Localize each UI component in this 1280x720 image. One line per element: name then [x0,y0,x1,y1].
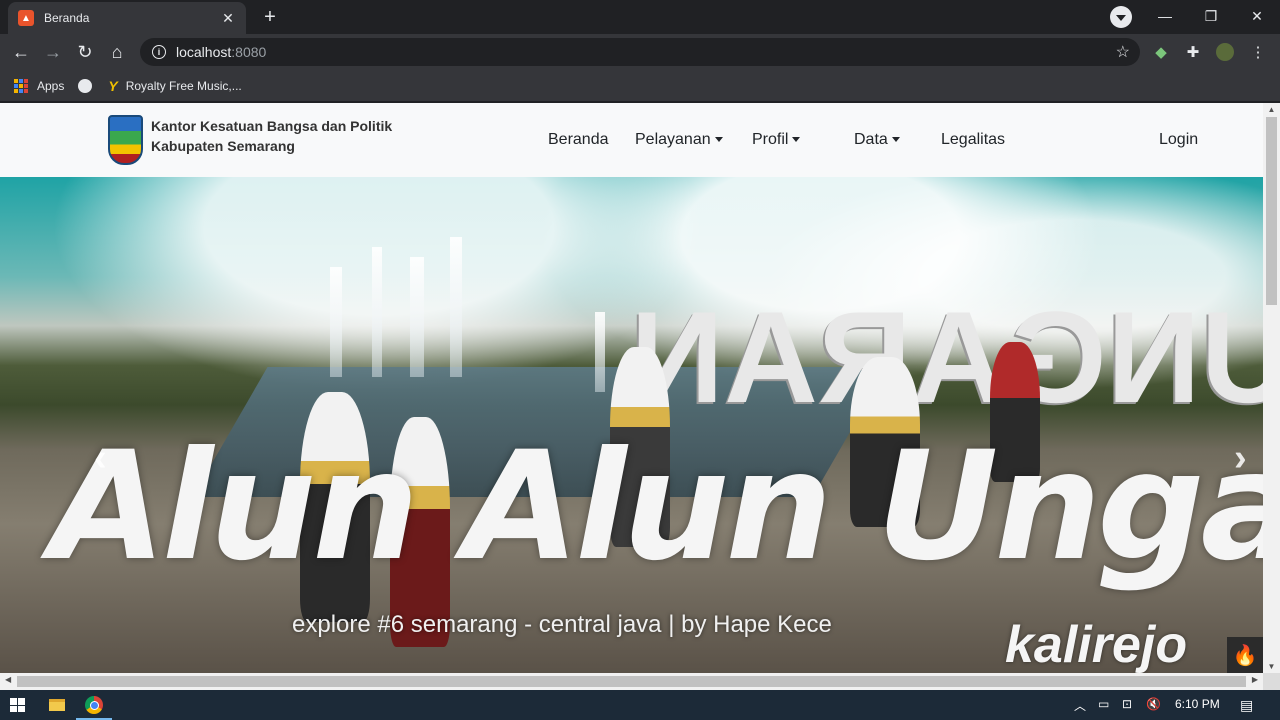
fountain-jet [330,267,342,377]
back-arrow-icon[interactable]: ← [8,39,34,65]
tray-chevron-up-icon[interactable]: ︿ [1074,697,1086,714]
caret-down-icon [714,137,723,143]
brand-line-1: Kantor Kesatuan Bangsa dan Politik [151,118,393,134]
tab-close-icon[interactable]: ✕ [220,10,236,27]
bookmark-label: Royalty Free Music,... [125,78,242,93]
tab-title: Beranda [44,11,90,25]
nav-profil-dropdown[interactable]: Profil [752,131,801,149]
nav-label: Profil [752,131,789,148]
scroll-up-icon[interactable]: ▲ [1263,105,1280,114]
site-navbar: Kantor Kesatuan Bangsa dan Politik Kabup… [0,103,1263,177]
bookmark-apps[interactable]: Apps [14,78,65,93]
menu-kebab-icon[interactable]: ⋮ [1249,43,1267,61]
scroll-left-icon[interactable]: ◀ [5,675,11,684]
extensions-puzzle-icon[interactable]: ✚ [1184,43,1202,61]
battery-icon[interactable]: ▭ [1098,697,1109,711]
network-icon[interactable]: ⊡ [1122,697,1132,711]
caret-down-icon [891,137,900,143]
fountain-jet [372,247,382,377]
window-controls: — ❐ ✕ [1142,0,1280,32]
folder-icon [49,699,65,711]
chrome-icon [85,696,103,714]
brand-name[interactable]: Kantor Kesatuan Bangsa dan Politik Kabup… [151,116,392,156]
scroll-thumb[interactable] [1266,117,1277,305]
kabupaten-semarang-logo[interactable] [108,115,143,165]
nav-data-dropdown[interactable]: Data [854,131,900,149]
reload-icon[interactable]: ↻ [72,39,98,65]
new-tab-button[interactable]: + [256,4,284,30]
fire-icon[interactable]: 🔥 [1227,637,1263,673]
nav-beranda[interactable]: Beranda [548,131,609,149]
scroll-down-icon[interactable]: ▼ [1263,662,1280,671]
globe-icon [78,78,93,93]
brand-line-2: Kabupaten Semarang [151,138,295,154]
carousel-prev-icon[interactable]: ‹ [94,437,107,480]
ungaran-letters-sculpture: UNGARAN [630,284,1263,430]
profile-avatar[interactable] [1216,43,1234,61]
bookmark-star-icon[interactable]: ☆ [1116,42,1130,62]
fountain-jet [410,257,424,377]
nav-login[interactable]: Login [1159,131,1198,149]
volume-muted-icon[interactable]: 🔇 [1146,697,1161,711]
extension-icon[interactable]: ◆ [1152,43,1170,61]
tab-search-icon[interactable] [1110,6,1132,28]
hero-subtitle: explore #6 semarang - central java | by … [292,611,832,638]
nav-legalitas[interactable]: Legalitas [941,131,1005,149]
chrome-taskbar-button[interactable] [75,690,113,720]
scrollbar-corner [1263,673,1280,690]
windows-start-icon[interactable] [10,698,26,712]
address-bar[interactable]: i localhost :8080 ☆ [140,38,1140,66]
horizontal-scrollbar[interactable]: ◀ ▶ [0,673,1263,690]
bookmark-royalty-free-music[interactable]: Y Royalty Free Music,... [108,78,241,94]
bookmark-globe[interactable] [78,78,94,93]
caret-down-icon [792,137,801,143]
web-page: Kantor Kesatuan Bangsa dan Politik Kabup… [0,103,1263,673]
scroll-thumb[interactable] [17,676,1246,687]
nav-pelayanan-dropdown[interactable]: Pelayanan [635,131,723,149]
windows-taskbar: ︿ ▭ ⊡ 🔇 6:10 PM ▤ [0,690,1280,720]
hero-carousel: UNGARAN Alun Alun Ungaran explore #6 sem… [0,177,1263,673]
hero-script-title: Alun Alun Ungaran [50,420,1263,594]
action-center-icon[interactable]: ▤ [1240,697,1253,714]
url-port: :8080 [231,44,267,60]
fountain-jet [595,312,605,392]
nav-label: Pelayanan [635,131,711,148]
browser-toolbar: ← → ↻ ⌂ i localhost :8080 ☆ ◆ ✚ ⋮ [0,34,1280,70]
nav-label: Data [854,131,888,148]
carousel-next-icon[interactable]: › [1234,437,1247,480]
url-host: localhost [176,44,232,60]
home-icon[interactable]: ⌂ [104,39,130,65]
site-info-icon[interactable]: i [152,45,166,59]
taskbar-clock[interactable]: 6:10 PM [1175,697,1220,711]
close-window-button[interactable]: ✕ [1234,0,1280,32]
hero-kalirejo-text: kalirejo [1005,616,1188,673]
fountain-jet [450,237,462,377]
site-favicon-icon: ▲ [18,10,34,26]
restore-button[interactable]: ❐ [1188,0,1234,32]
y-logo-icon: Y [108,77,118,94]
minimize-button[interactable]: — [1142,0,1188,32]
forward-arrow-icon[interactable]: → [40,39,66,65]
bookmarks-bar: Apps Y Royalty Free Music,... [0,70,1280,102]
apps-grid-icon [14,78,28,93]
bookmark-label: Apps [37,78,65,93]
file-explorer-button[interactable] [38,690,76,720]
browser-tab[interactable]: ▲ Beranda ✕ [8,2,246,34]
vertical-scrollbar[interactable]: ▲ ▼ [1263,103,1280,673]
scroll-right-icon[interactable]: ▶ [1252,675,1258,684]
browser-tab-bar: ▲ Beranda ✕ + — ❐ ✕ [0,0,1280,34]
